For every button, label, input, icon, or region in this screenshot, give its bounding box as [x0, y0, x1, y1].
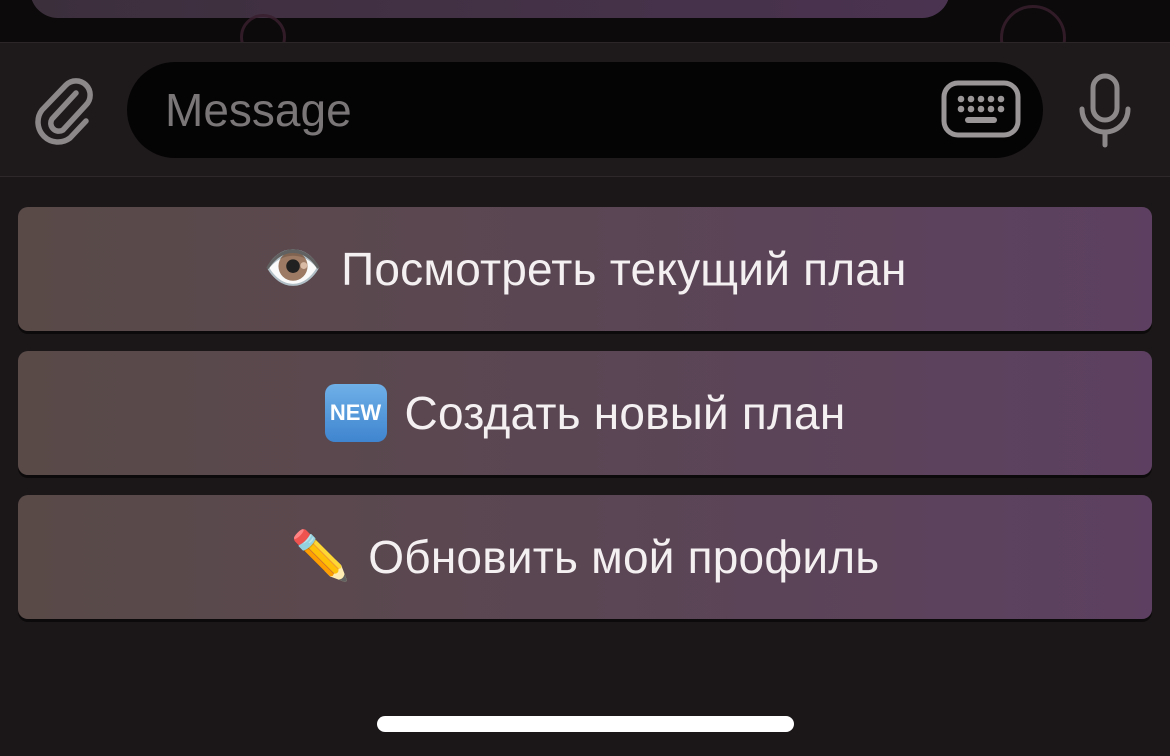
create-new-plan-button[interactable]: NEW Создать новый план: [18, 351, 1152, 475]
button-label: Обновить мой профиль: [368, 531, 880, 583]
button-label: Посмотреть текущий план: [341, 243, 907, 295]
message-bubble[interactable]: [30, 0, 950, 18]
wallpaper-doodle: [240, 14, 286, 42]
view-current-plan-button[interactable]: 👁️ Посмотреть текущий план: [18, 207, 1152, 331]
message-input[interactable]: [165, 62, 925, 158]
wallpaper-doodle: [1000, 5, 1066, 42]
home-indicator[interactable]: [377, 716, 794, 732]
message-field[interactable]: [127, 62, 1043, 158]
pencil-icon: ✏️: [290, 530, 351, 583]
eye-icon: 👁️: [263, 242, 324, 295]
paperclip-icon[interactable]: [28, 75, 100, 147]
keyboard-icon[interactable]: [941, 79, 1021, 139]
microphone-icon[interactable]: [1074, 73, 1136, 149]
new-icon: NEW: [324, 384, 387, 442]
message-input-bar: [0, 42, 1170, 177]
reply-keyboard: 👁️ Посмотреть текущий план NEW Создать н…: [0, 177, 1170, 756]
chat-wallpaper: [0, 0, 1170, 42]
telegram-chat-screen: 👁️ Посмотреть текущий план NEW Создать н…: [0, 0, 1170, 756]
update-profile-button[interactable]: ✏️ Обновить мой профиль: [18, 495, 1152, 619]
button-label: Создать новый план: [404, 387, 846, 439]
